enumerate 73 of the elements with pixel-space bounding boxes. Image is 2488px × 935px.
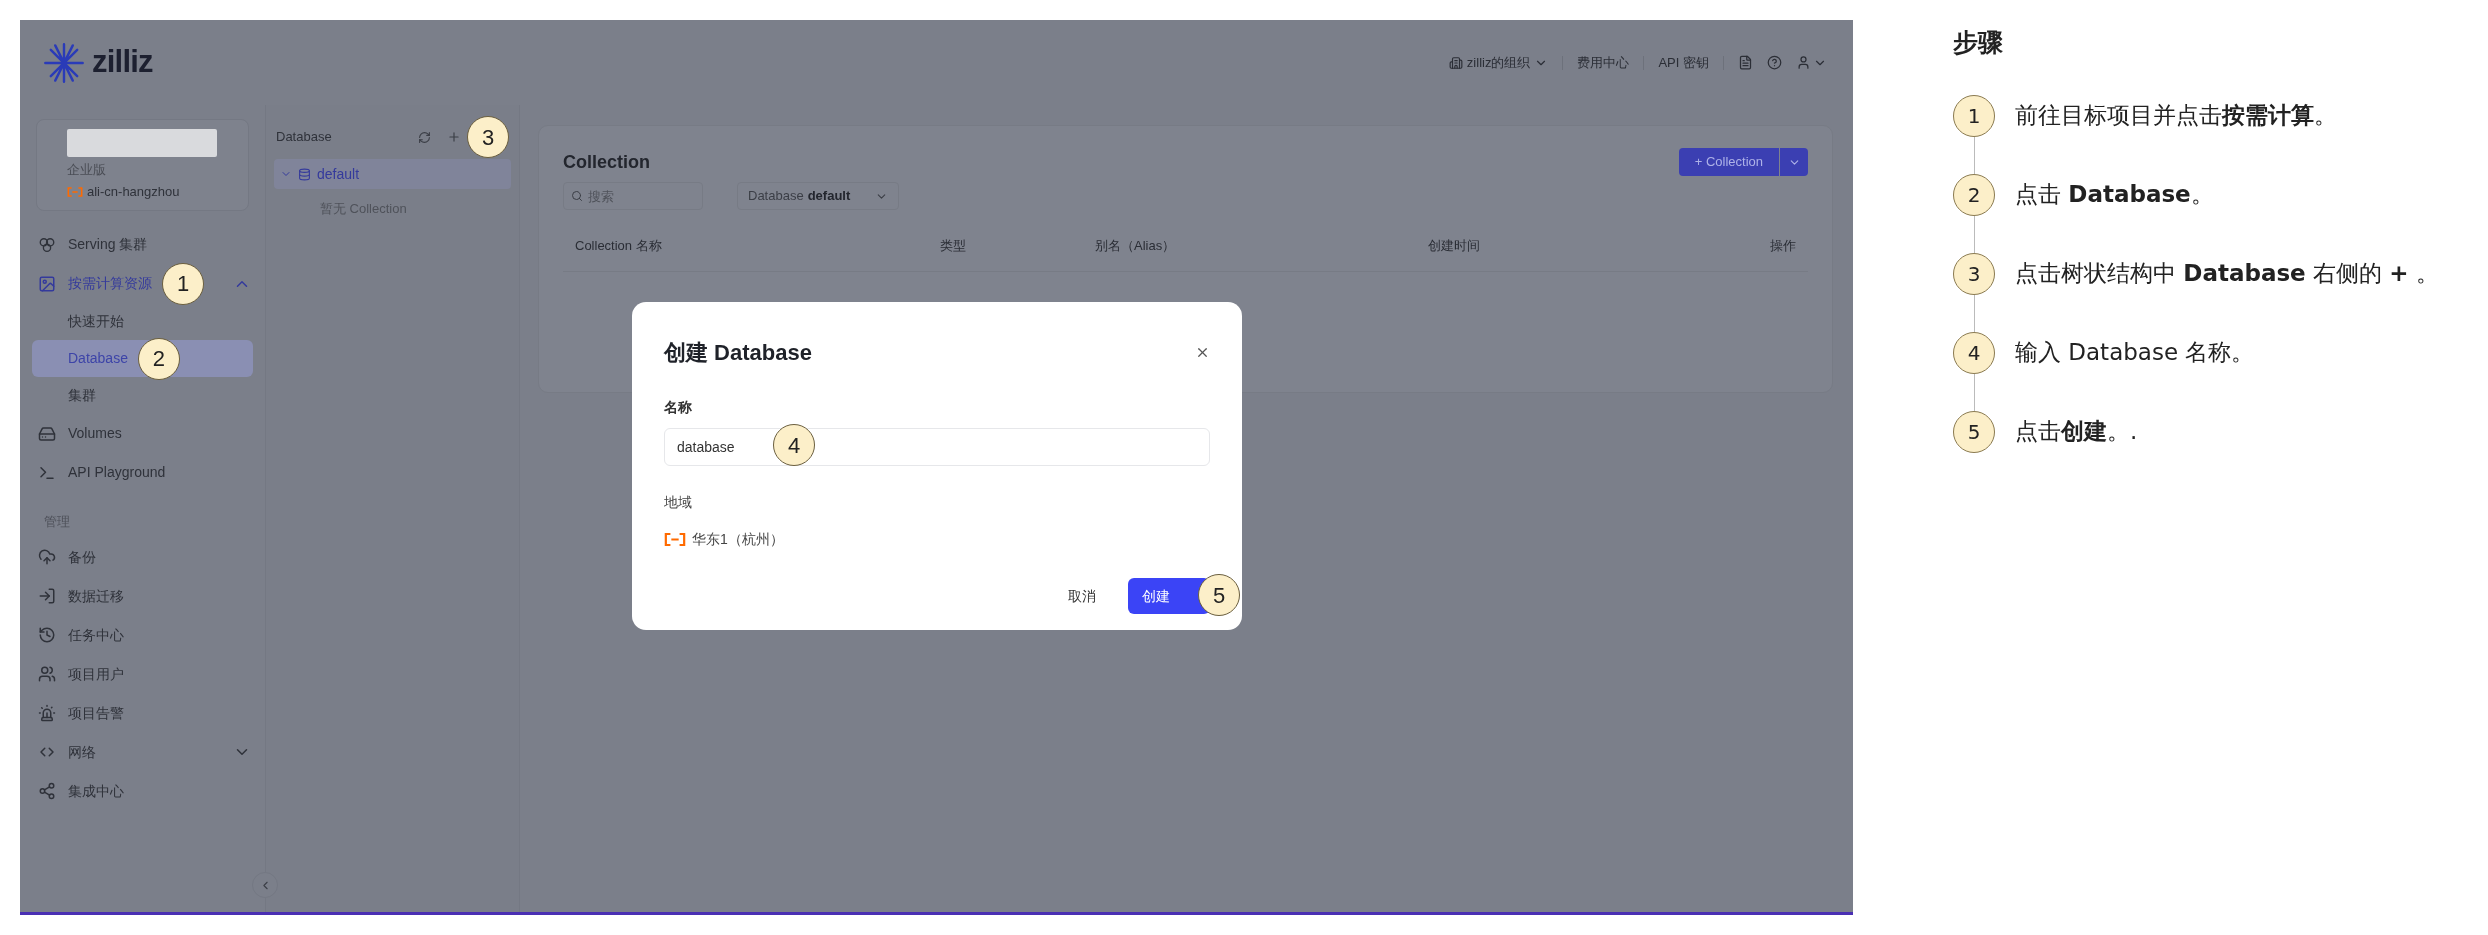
column-header: 别名（Alias） <box>1095 236 1177 255</box>
nav-item[interactable]: 项目告警 <box>38 702 124 724</box>
nav-item[interactable]: 数据迁移 <box>38 585 124 607</box>
starburst-logo-icon <box>42 40 86 85</box>
nav-item[interactable]: Serving 集群 <box>38 234 148 255</box>
step-number: 3 <box>1953 252 1995 295</box>
step-text: 点击树状结构中 Database 右侧的 + 。 <box>2015 259 2439 289</box>
sign-in-icon <box>38 587 56 605</box>
region-value: 华东1（杭州） <box>692 530 784 549</box>
step-marker: 4 <box>773 424 815 466</box>
nav-subitem[interactable]: 集群 <box>68 385 96 406</box>
siren-icon <box>38 704 56 722</box>
users-icon <box>38 665 56 683</box>
step-text: 前往目标项目并点击按需计算。 <box>2015 101 2337 131</box>
history-icon <box>38 626 56 644</box>
hard-drive-icon <box>38 424 56 443</box>
cloud-upload-icon <box>38 548 56 566</box>
column-header: 创建时间 <box>1428 236 1481 255</box>
nav-item[interactable]: 备份 <box>38 546 96 568</box>
nav-subitem[interactable]: 快速开始 <box>68 311 124 332</box>
steps-title: 步骤 <box>1953 27 2004 59</box>
refresh-icon[interactable] <box>418 130 431 144</box>
document-icon[interactable] <box>1738 55 1753 70</box>
column-header: Collection 名称 <box>575 236 663 255</box>
step-number: 5 <box>1953 410 1995 453</box>
step-marker: 3 <box>467 116 509 158</box>
close-icon[interactable] <box>1195 345 1210 360</box>
nav-item[interactable]: 项目用户 <box>38 663 124 685</box>
building-icon <box>1448 55 1463 70</box>
bracket-logo-icon <box>664 533 686 546</box>
field-label: 名称 <box>664 398 693 417</box>
bracket-logo-icon <box>67 186 83 197</box>
step-marker: 5 <box>1198 574 1240 616</box>
circles-icon <box>38 235 56 254</box>
field-label: 地域 <box>664 493 693 512</box>
org-switcher[interactable]: zilliz的组织 <box>1448 52 1549 73</box>
nav-item[interactable]: Volumes <box>38 423 122 444</box>
cancel-button[interactable]: 取消 <box>1068 585 1096 607</box>
user-icon[interactable] <box>1796 55 1811 70</box>
picture-icon <box>38 274 56 293</box>
step-number: 2 <box>1953 173 1995 216</box>
step-marker: 1 <box>162 262 204 305</box>
step-text: 点击创建。. <box>2015 417 2138 447</box>
nav-item[interactable]: 网络 <box>38 741 96 763</box>
region-label: ali-cn-hangzhou <box>87 183 180 201</box>
database-icon <box>298 167 311 181</box>
nav-item[interactable]: 任务中心 <box>38 624 124 646</box>
dropdown-button[interactable] <box>1780 148 1808 176</box>
step-number: 4 <box>1953 331 1995 374</box>
step-text: 输入 Database 名称。 <box>2015 338 2255 368</box>
database-select[interactable]: Database default <box>737 182 899 210</box>
step-marker: 2 <box>137 337 180 380</box>
tree-node[interactable]: default <box>274 159 511 189</box>
nav-item[interactable]: 按需计算资源 <box>38 273 152 294</box>
header-link[interactable]: API 密钥 <box>1658 52 1709 73</box>
panel-title: Database <box>276 128 332 147</box>
step-text: 点击 Database。 <box>2015 180 2214 210</box>
dialog-title: 创建 Database <box>664 339 812 367</box>
step-number: 1 <box>1953 94 1995 137</box>
logo-text: zilliz <box>92 43 153 82</box>
column-header: 操作 <box>1770 236 1796 255</box>
search-icon <box>571 190 583 202</box>
nav-subitem[interactable]: Database <box>68 348 128 369</box>
nav-item[interactable]: API Playground <box>38 462 166 483</box>
plus-icon[interactable] <box>447 130 461 144</box>
card-title: Collection <box>563 150 650 174</box>
create-button[interactable]: 创建 <box>1128 578 1210 614</box>
share-icon <box>38 782 56 800</box>
nav-item[interactable]: 集成中心 <box>38 780 124 802</box>
header-link[interactable]: 费用中心 <box>1577 52 1630 73</box>
column-header: 类型 <box>940 236 967 255</box>
new-collection-button[interactable]: + Collection <box>1678 148 1779 176</box>
help-icon[interactable] <box>1767 55 1782 70</box>
